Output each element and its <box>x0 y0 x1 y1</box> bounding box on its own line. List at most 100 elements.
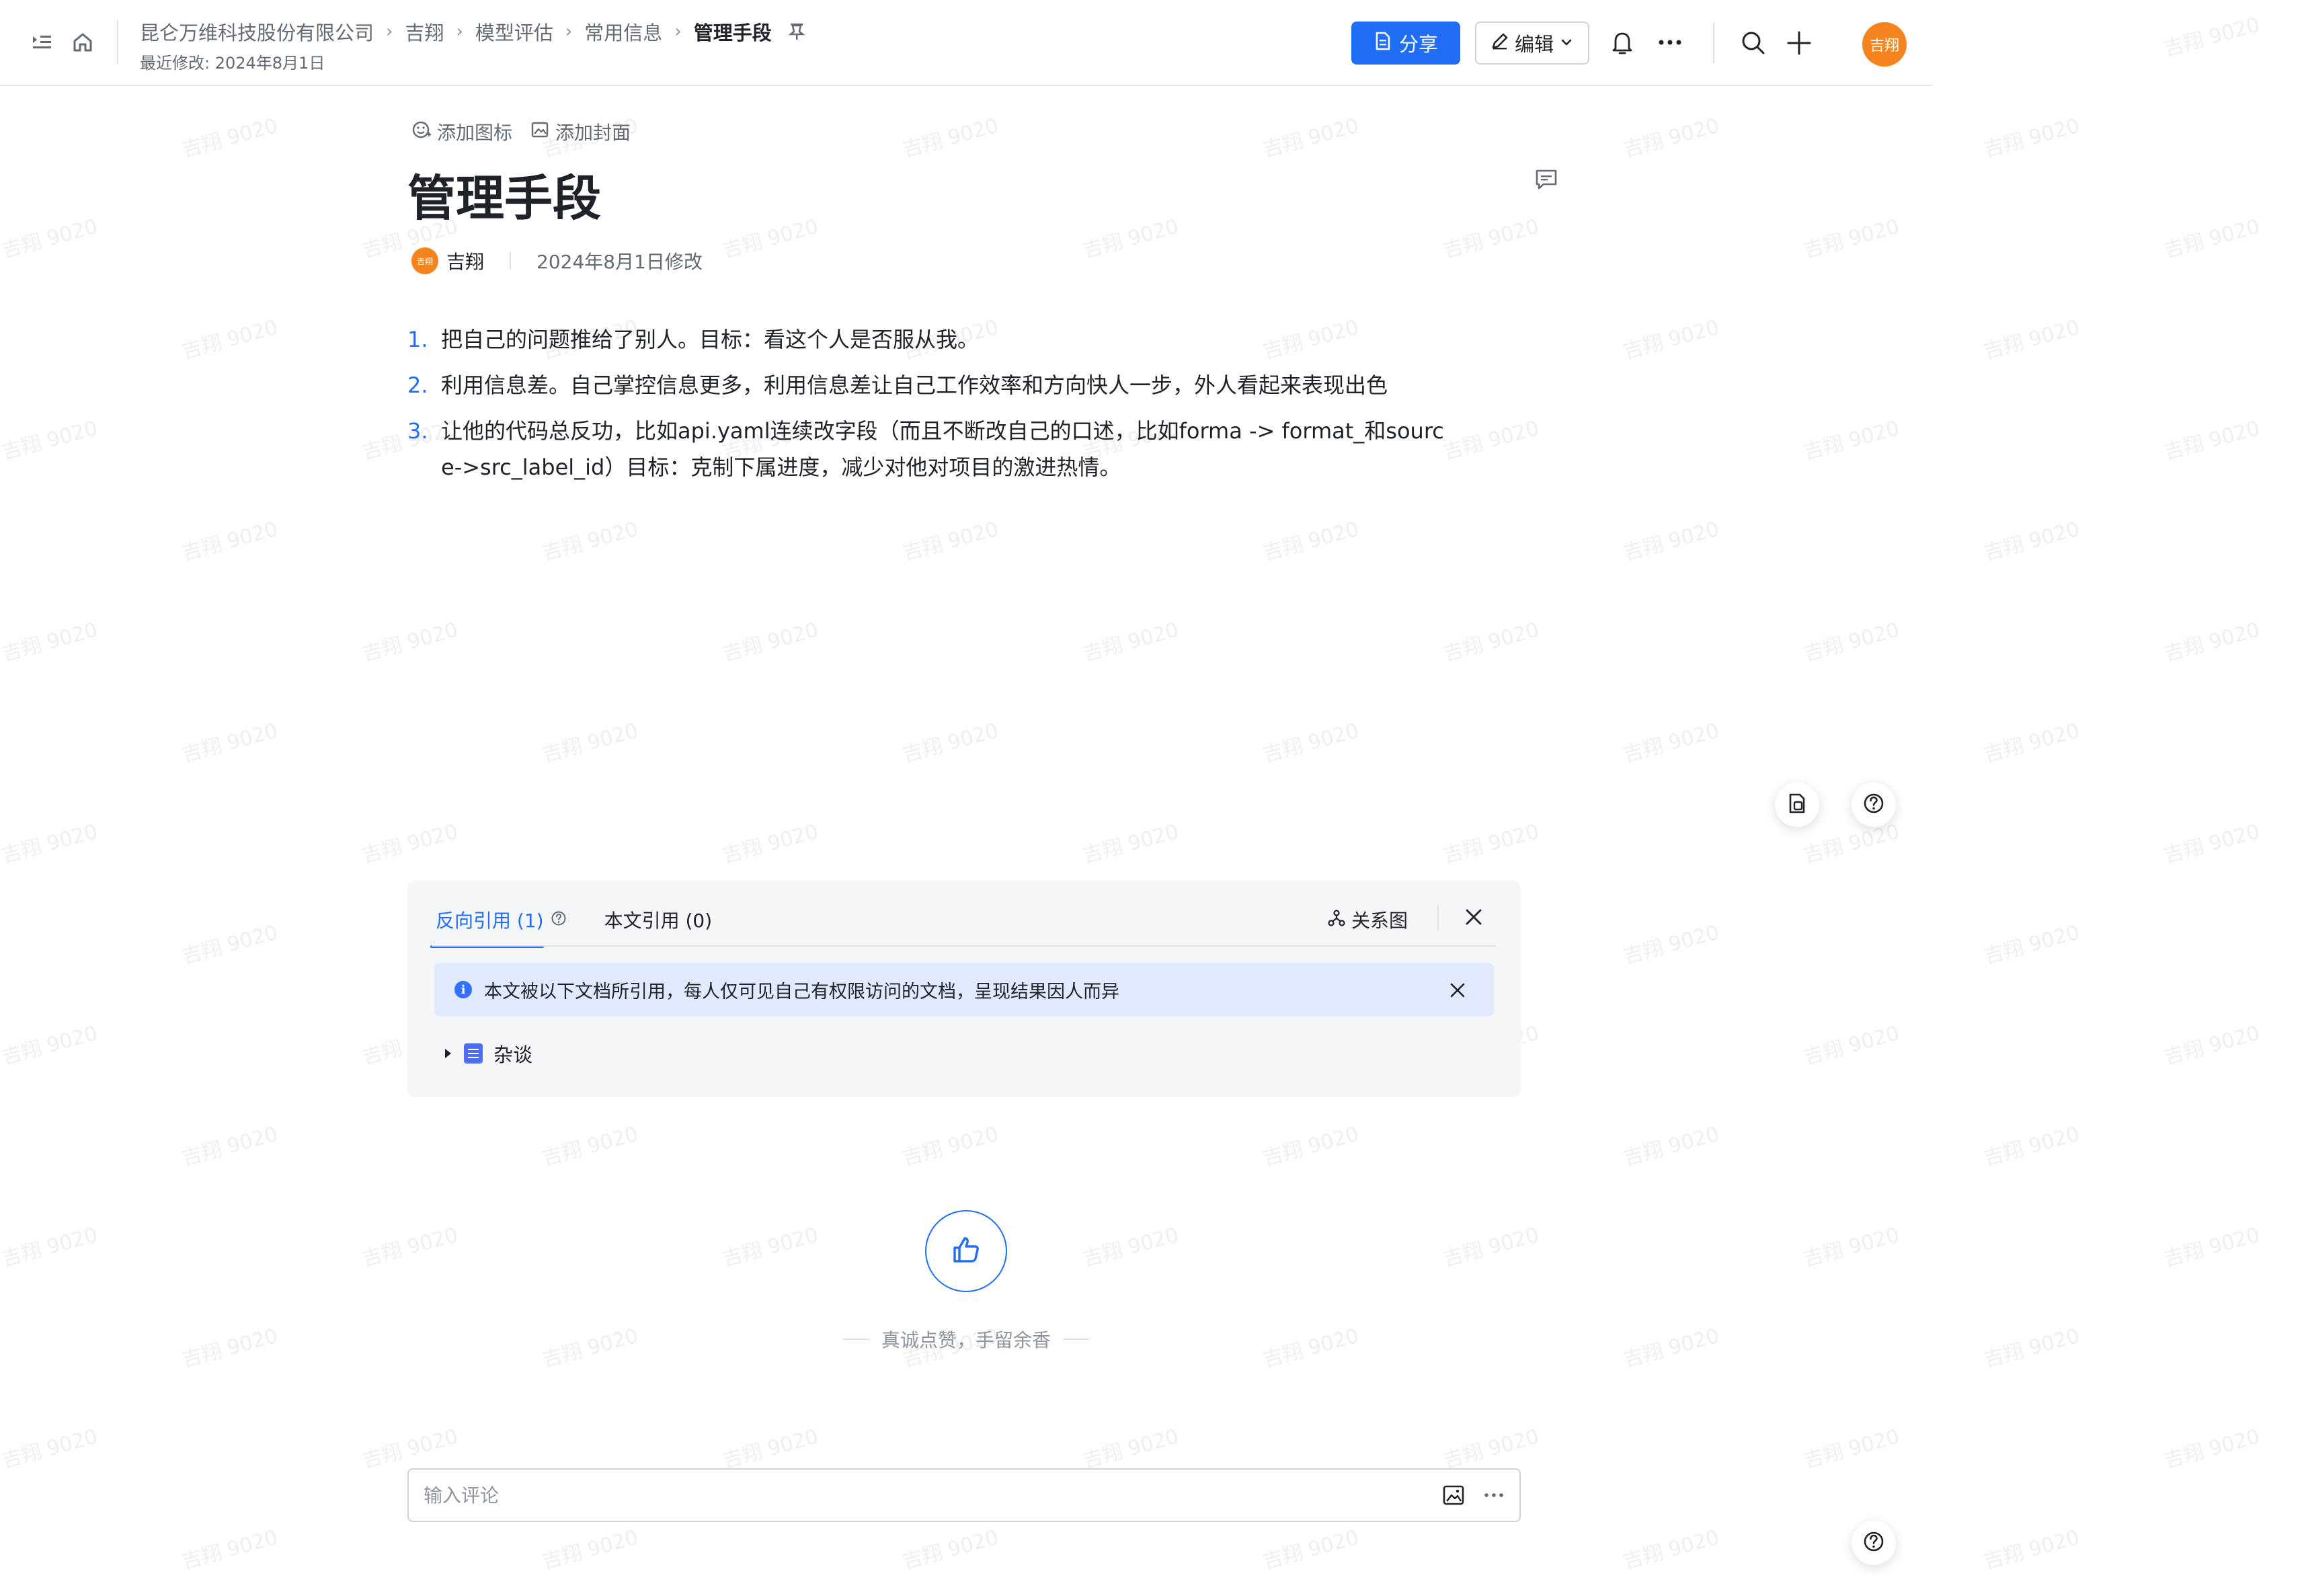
reference-item-label[interactable]: 杂谈 <box>493 1039 532 1068</box>
watermark-text: 吉翔 9020 <box>359 618 461 667</box>
doc-meta: 吉翔 吉翔 2024年8月1日修改 <box>411 247 703 274</box>
close-icon[interactable] <box>1448 981 1467 1004</box>
watermark-text: 吉翔 9020 <box>719 1425 821 1474</box>
watermark-text: 吉翔 9020 <box>1800 214 1902 264</box>
watermark-text: 吉翔 9020 <box>0 1425 100 1474</box>
watermark-text: 吉翔 9020 <box>1260 1525 1361 1574</box>
watermark-text: 吉翔 9020 <box>359 820 461 869</box>
author-avatar[interactable]: 吉翔 <box>411 247 438 274</box>
watermark-text: 吉翔 9020 <box>0 416 100 465</box>
watermark-text: 吉翔 9020 <box>0 820 100 869</box>
watermark-text: 吉翔 9020 <box>1981 114 2082 163</box>
tab-mentions[interactable]: 本文引用 (0) <box>604 906 713 948</box>
watermark-text: 吉翔 9020 <box>1981 1122 2082 1171</box>
watermark-text: 吉翔 9020 <box>1440 1223 1542 1272</box>
help-icon[interactable] <box>551 909 567 931</box>
more-icon[interactable] <box>1657 31 1683 54</box>
watermark-text: 吉翔 9020 <box>2161 214 2262 264</box>
list-item-text: 让他的代码总反功，比如api.yaml连续改字段（而且不断改自己的口述，比如fo… <box>441 418 1444 480</box>
watermark-text: 吉翔 9020 <box>1260 114 1361 163</box>
user-avatar[interactable]: 吉翔 <box>1862 22 1907 67</box>
caret-right-icon[interactable] <box>442 1042 453 1065</box>
breadcrumb-item-company[interactable]: 昆仑万维科技股份有限公司 <box>140 17 374 46</box>
watermark-text: 吉翔 9020 <box>359 1223 461 1272</box>
reference-item[interactable]: 杂谈 <box>442 1039 532 1068</box>
list-item: 2. 利用信息差。自己掌控信息更多，利用信息差让自己工作效率和方向快人一步，外人… <box>407 367 1456 403</box>
add-icon-button[interactable]: 添加图标 <box>411 118 512 145</box>
share-button[interactable]: 分享 <box>1351 22 1460 65</box>
edit-icon <box>1490 32 1509 55</box>
search-icon[interactable] <box>1740 30 1767 56</box>
list-item-text: 把自己的问题推给了别人。目标：看这个人是否服从我。 <box>441 327 980 352</box>
top-bar: 昆仑万维科技股份有限公司 › 吉翔 › 模型评估 › 常用信息 › 管理手段 最… <box>0 0 1932 86</box>
watermark-text: 吉翔 9020 <box>900 114 1001 163</box>
watermark-text: 吉翔 9020 <box>0 1021 100 1070</box>
watermark-text: 吉翔 9020 <box>179 517 280 566</box>
help-button[interactable] <box>1852 783 1896 827</box>
help-icon <box>1862 1530 1885 1556</box>
watermark-text: 吉翔 9020 <box>179 1525 280 1574</box>
graph-button[interactable]: 关系图 <box>1327 906 1408 933</box>
document-icon <box>464 1043 483 1064</box>
image-icon <box>530 120 550 145</box>
watermark-text: 吉翔 9020 <box>900 1525 1001 1574</box>
bell-icon[interactable] <box>1609 30 1635 56</box>
list-number: 1. <box>407 327 428 352</box>
sidebar-toggle-icon[interactable] <box>31 31 54 54</box>
watermark-text: 吉翔 9020 <box>539 719 641 768</box>
watermark-text: 吉翔 9020 <box>179 920 280 969</box>
help-button[interactable] <box>1852 1521 1896 1565</box>
more-icon[interactable] <box>1483 1488 1505 1505</box>
references-panel: 反向引用 (1) 本文引用 (0) 关系图 i 本文被以下文档所引用，每人仅可见… <box>407 881 1521 1097</box>
watermark-text: 吉翔 9020 <box>719 214 821 264</box>
watermark-text: 吉翔 9020 <box>900 719 1001 768</box>
chevron-right-icon: › <box>456 22 463 42</box>
breadcrumb-item-user[interactable]: 吉翔 <box>405 17 444 46</box>
chevron-right-icon: › <box>565 22 573 42</box>
comment-input[interactable] <box>424 1482 1365 1509</box>
like-button[interactable] <box>925 1210 1007 1292</box>
watermark-text: 吉翔 9020 <box>2161 1425 2262 1474</box>
watermark-text: 吉翔 9020 <box>719 1223 821 1272</box>
home-icon[interactable] <box>71 31 94 54</box>
watermark-text: 吉翔 9020 <box>179 114 280 163</box>
watermark-text: 吉翔 9020 <box>1080 1425 1181 1474</box>
watermark-text: 吉翔 9020 <box>1620 1324 1722 1373</box>
outline-button[interactable] <box>1775 783 1819 827</box>
info-icon: i <box>454 981 472 998</box>
watermark-text: 吉翔 9020 <box>1080 1223 1181 1272</box>
help-icon <box>1862 792 1885 817</box>
watermark-text: 吉翔 9020 <box>1800 1425 1902 1474</box>
edit-button[interactable]: 编辑 <box>1475 22 1589 65</box>
close-icon[interactable] <box>1463 906 1484 930</box>
watermark-text: 吉翔 9020 <box>1800 416 1902 465</box>
watermark-text: 吉翔 9020 <box>1800 820 1902 869</box>
image-icon[interactable] <box>1441 1483 1466 1510</box>
breadcrumb-item-common-info[interactable]: 常用信息 <box>584 17 662 46</box>
watermark-text: 吉翔 9020 <box>2161 13 2262 62</box>
watermark-text: 吉翔 9020 <box>1440 820 1542 869</box>
add-cover-button[interactable]: 添加封面 <box>530 118 631 145</box>
watermark-text: 吉翔 9020 <box>1440 1425 1542 1474</box>
watermark-text: 吉翔 9020 <box>539 1122 641 1171</box>
doc-actions: 添加图标 添加封面 <box>411 118 631 145</box>
breadcrumb: 昆仑万维科技股份有限公司 › 吉翔 › 模型评估 › 常用信息 › 管理手段 <box>140 17 805 46</box>
plus-icon[interactable] <box>1786 30 1813 56</box>
pin-icon[interactable] <box>788 22 805 41</box>
watermark-text: 吉翔 9020 <box>900 517 1001 566</box>
author-name[interactable]: 吉翔 <box>446 247 484 274</box>
list-item: 3. 让他的代码总反功，比如api.yaml连续改字段（而且不断改自己的口述，比… <box>407 413 1456 485</box>
share-label: 分享 <box>1398 33 1438 56</box>
watermark-text: 吉翔 9020 <box>1620 1525 1722 1574</box>
watermark-text: 吉翔 9020 <box>0 214 100 264</box>
tab-backlinks[interactable]: 反向引用 (1) <box>430 906 567 948</box>
watermark-text: 吉翔 9020 <box>719 820 821 869</box>
watermark-text: 吉翔 9020 <box>1981 1324 2082 1373</box>
last-modified: 最近修改: 2024年8月1日 <box>140 54 325 73</box>
watermark-text: 吉翔 9020 <box>179 315 280 364</box>
comment-icon[interactable] <box>1534 168 1558 194</box>
breadcrumb-item-model-eval[interactable]: 模型评估 <box>475 17 553 46</box>
watermark-text: 吉翔 9020 <box>1080 214 1181 264</box>
watermark-text: 吉翔 9020 <box>359 1425 461 1474</box>
watermark-text: 吉翔 9020 <box>0 1223 100 1272</box>
